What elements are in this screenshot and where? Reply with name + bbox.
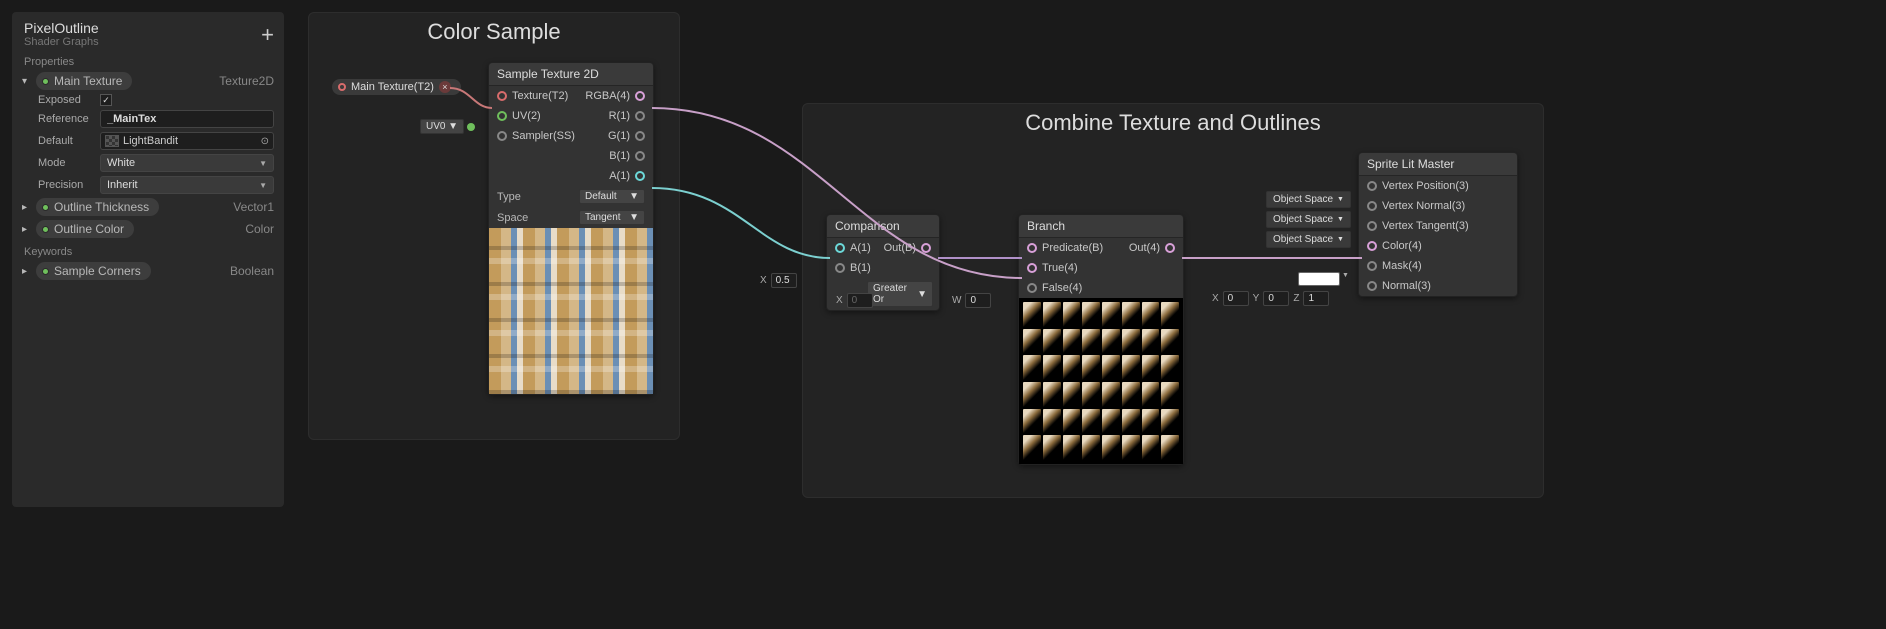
texture-thumb-icon xyxy=(105,135,119,147)
inspector-header: PixelOutline Shader Graphs + xyxy=(12,12,284,50)
property-type: Vector1 xyxy=(233,200,274,214)
precision-dropdown[interactable]: Inherit▼ xyxy=(100,176,274,194)
space-label: Space xyxy=(497,212,528,224)
uv-value: UV0 xyxy=(426,121,445,132)
node-title: Sample Texture 2D xyxy=(489,63,653,86)
node-title: Branch xyxy=(1019,215,1183,238)
property-type: Texture2D xyxy=(219,74,274,88)
default-label: Default xyxy=(38,135,94,147)
chevron-right-icon: ▸ xyxy=(22,202,36,213)
comparison-a-inline[interactable]: X0.5 xyxy=(760,273,797,288)
node-sample-texture-2d[interactable]: Sample Texture 2D Texture(T2) RGBA(4) UV… xyxy=(488,62,654,395)
port-in-false[interactable] xyxy=(1027,283,1037,293)
port-in-uv[interactable] xyxy=(497,111,507,121)
mode-label: Mode xyxy=(38,157,94,169)
port-in-sampler[interactable] xyxy=(497,131,507,141)
property-chip[interactable]: Main Texture xyxy=(36,72,132,90)
port-in-a[interactable] xyxy=(835,243,845,253)
precision-label: Precision xyxy=(38,179,94,191)
property-node-main-texture[interactable]: Main Texture(T2) × xyxy=(332,79,461,95)
main-texture-fields: Exposed ✓ Reference Default LightBandit … xyxy=(12,92,284,196)
object-space-dropdown-1[interactable]: Object Space▼ xyxy=(1266,191,1351,208)
property-name: Outline Thickness xyxy=(54,200,149,214)
shader-name: PixelOutline xyxy=(24,20,272,36)
property-outline-thickness[interactable]: ▸ Outline Thickness Vector1 xyxy=(12,196,284,218)
property-name: Main Texture xyxy=(54,74,122,88)
type-dropdown[interactable]: Default▼ xyxy=(579,189,645,204)
add-property-button[interactable]: + xyxy=(261,22,274,48)
swatch-arrow-icon: ▼ xyxy=(1342,272,1349,279)
port-vertex-tangent[interactable] xyxy=(1367,221,1377,231)
port-in-texture[interactable] xyxy=(497,91,507,101)
close-icon[interactable]: × xyxy=(439,81,451,93)
node-branch[interactable]: Branch Predicate(B) Out(4) True(4) False… xyxy=(1018,214,1184,465)
chevron-right-icon: ▸ xyxy=(22,224,36,235)
node-title: Comparison xyxy=(827,215,939,238)
node-preview xyxy=(1019,298,1183,464)
property-main-texture[interactable]: ▾ Main Texture Texture2D xyxy=(12,70,284,92)
normal-xyz-inline[interactable]: X0 Y0 Z1 xyxy=(1212,291,1329,306)
keyword-sample-corners[interactable]: ▸ Sample Corners Boolean xyxy=(12,260,284,282)
port-color[interactable] xyxy=(1367,241,1377,251)
port-out-a[interactable] xyxy=(635,171,645,181)
port-vertex-normal[interactable] xyxy=(1367,201,1377,211)
mode-dropdown[interactable]: White▼ xyxy=(100,154,274,172)
chip-label: Main Texture(T2) xyxy=(351,81,434,93)
object-space-dropdown-3[interactable]: Object Space▼ xyxy=(1266,231,1351,248)
keyword-name: Sample Corners xyxy=(54,264,141,278)
property-type: Color xyxy=(245,222,274,236)
reference-label: Reference xyxy=(38,113,94,125)
port-out[interactable] xyxy=(1165,243,1175,253)
mask-color-swatch[interactable] xyxy=(1298,272,1340,286)
shader-subtitle: Shader Graphs xyxy=(24,36,272,48)
port-in-b[interactable] xyxy=(835,263,845,273)
exposed-label: Exposed xyxy=(38,94,94,106)
comparison-b-inline: X0 xyxy=(836,293,873,308)
uv-inline-dropdown[interactable]: UV0▼ xyxy=(420,119,475,134)
port-out-g[interactable] xyxy=(635,131,645,141)
node-title: Sprite Lit Master xyxy=(1359,153,1517,176)
properties-section-label: Properties xyxy=(12,50,284,70)
precision-value: Inherit xyxy=(107,179,138,191)
default-object-field[interactable]: LightBandit ⊙ xyxy=(100,132,274,150)
group-title: Combine Texture and Outlines xyxy=(803,104,1543,146)
chevron-right-icon: ▸ xyxy=(22,266,36,277)
port-out-b[interactable] xyxy=(635,151,645,161)
space-dropdown[interactable]: Tangent▼ xyxy=(579,210,645,225)
property-name: Outline Color xyxy=(54,222,124,236)
exposed-checkbox[interactable]: ✓ xyxy=(100,94,112,106)
property-outline-color[interactable]: ▸ Outline Color Color xyxy=(12,218,284,240)
keyword-type: Boolean xyxy=(230,264,274,278)
type-label: Type xyxy=(497,191,521,203)
comparison-mode-dropdown[interactable]: Greater Or▼ xyxy=(867,281,933,307)
port-out-rgba[interactable] xyxy=(635,91,645,101)
port-vertex-position[interactable] xyxy=(1367,181,1377,191)
object-space-dropdown-2[interactable]: Object Space▼ xyxy=(1266,211,1351,228)
port-in-true[interactable] xyxy=(1027,263,1037,273)
exposed-dot-icon xyxy=(42,78,49,85)
object-picker-icon[interactable]: ⊙ xyxy=(261,136,269,147)
port-out-r[interactable] xyxy=(635,111,645,121)
inspector-panel: PixelOutline Shader Graphs + Properties … xyxy=(12,12,284,507)
node-preview xyxy=(489,228,653,394)
port-out-b[interactable] xyxy=(921,243,931,253)
uv-port-icon xyxy=(467,123,475,131)
port-in-predicate[interactable] xyxy=(1027,243,1037,253)
port-icon xyxy=(338,83,346,91)
port-mask[interactable] xyxy=(1367,261,1377,271)
branch-w-inline[interactable]: W0 xyxy=(952,293,991,308)
chevron-down-icon: ▾ xyxy=(22,76,36,87)
keywords-section-label: Keywords xyxy=(12,240,284,260)
default-object-name: LightBandit xyxy=(123,135,257,147)
group-title: Color Sample xyxy=(309,13,679,55)
mode-value: White xyxy=(107,157,135,169)
reference-input[interactable] xyxy=(100,110,274,128)
node-sprite-lit-master[interactable]: Sprite Lit Master Vertex Position(3) Ver… xyxy=(1358,152,1518,297)
port-normal[interactable] xyxy=(1367,281,1377,291)
